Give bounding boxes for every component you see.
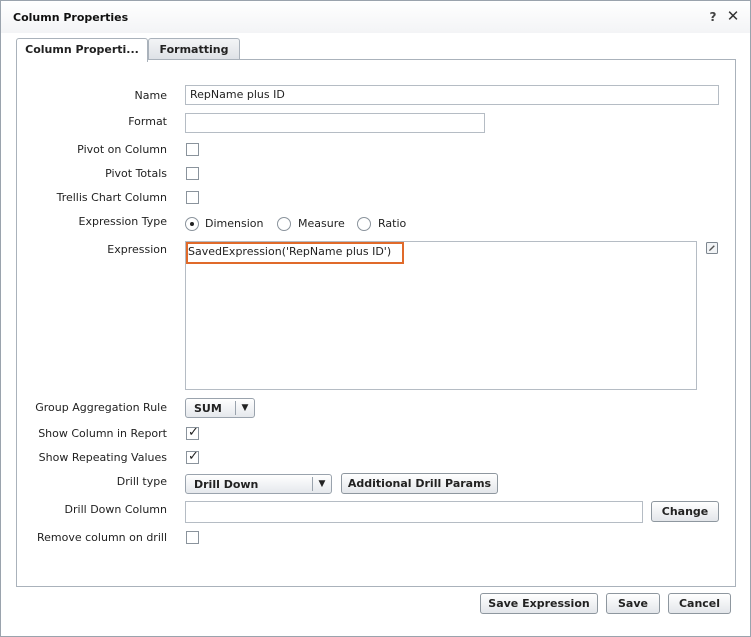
show-column-checkbox[interactable]: ✓	[186, 425, 199, 440]
tab-label: Formatting	[159, 43, 229, 56]
radio-dimension[interactable]	[185, 217, 199, 231]
pivot-totals-checkbox[interactable]	[186, 167, 199, 180]
name-input[interactable]: RepName plus ID	[185, 85, 719, 105]
group-aggregation-value: SUM	[194, 402, 222, 415]
pivot-on-column-checkbox[interactable]	[186, 143, 199, 156]
chevron-down-icon: ▼	[312, 477, 331, 491]
trellis-chart-column-checkbox[interactable]	[186, 191, 199, 204]
column-properties-dialog: Column Properties ? ✕ Column Properti...…	[0, 0, 751, 637]
tab-formatting[interactable]: Formatting	[148, 38, 240, 60]
radio-selected-dot	[190, 222, 194, 226]
radio-measure[interactable]	[277, 217, 291, 231]
remove-column-on-drill-label: Remove column on drill	[37, 531, 167, 544]
drill-down-column-input[interactable]	[185, 501, 643, 523]
tab-label: Column Properti...	[25, 43, 139, 56]
pencil-icon[interactable]	[706, 242, 718, 254]
group-aggregation-rule-label: Group Aggregation Rule	[35, 401, 167, 414]
checkmark-icon: ✓	[188, 425, 199, 440]
save-expression-button[interactable]: Save Expression	[480, 593, 598, 614]
name-label: Name	[134, 89, 167, 102]
help-icon[interactable]: ?	[707, 10, 719, 24]
format-input[interactable]	[185, 113, 485, 133]
dialog-titlebar[interactable]: Column Properties ? ✕	[1, 1, 750, 33]
drill-type-label: Drill type	[116, 475, 167, 488]
drill-type-select[interactable]: Drill Down ▼	[185, 474, 332, 494]
show-repeating-label: Show Repeating Values	[38, 451, 167, 464]
chevron-down-icon: ▼	[235, 401, 254, 415]
expression-text: SavedExpression('RepName plus ID')	[188, 245, 392, 258]
expression-textarea[interactable]: SavedExpression('RepName plus ID')	[185, 241, 697, 390]
dialog-title: Column Properties	[13, 11, 129, 24]
change-button[interactable]: Change	[651, 501, 719, 522]
radio-ratio[interactable]	[357, 217, 371, 231]
drill-type-value: Drill Down	[194, 478, 259, 491]
pivot-on-column-label: Pivot on Column	[77, 143, 167, 156]
remove-column-on-drill-checkbox[interactable]	[186, 531, 199, 544]
drill-down-column-label: Drill Down Column	[64, 503, 167, 516]
group-aggregation-select[interactable]: SUM ▼	[185, 398, 255, 418]
show-column-label: Show Column in Report	[38, 427, 167, 440]
additional-drill-params-button[interactable]: Additional Drill Params	[341, 473, 498, 494]
cancel-button[interactable]: Cancel	[668, 593, 731, 614]
radio-measure-label: Measure	[298, 217, 345, 230]
format-label: Format	[128, 115, 167, 128]
pivot-totals-label: Pivot Totals	[105, 167, 167, 180]
save-button[interactable]: Save	[606, 593, 660, 614]
show-repeating-checkbox[interactable]: ✓	[186, 449, 199, 464]
trellis-chart-column-label: Trellis Chart Column	[56, 191, 167, 204]
expression-label: Expression	[107, 243, 167, 256]
radio-ratio-label: Ratio	[378, 217, 407, 230]
checkmark-icon: ✓	[188, 449, 199, 464]
expression-type-label: Expression Type	[78, 215, 167, 228]
radio-dimension-label: Dimension	[205, 217, 264, 230]
tab-column-properties[interactable]: Column Properti...	[16, 38, 148, 62]
close-icon[interactable]: ✕	[725, 8, 741, 24]
